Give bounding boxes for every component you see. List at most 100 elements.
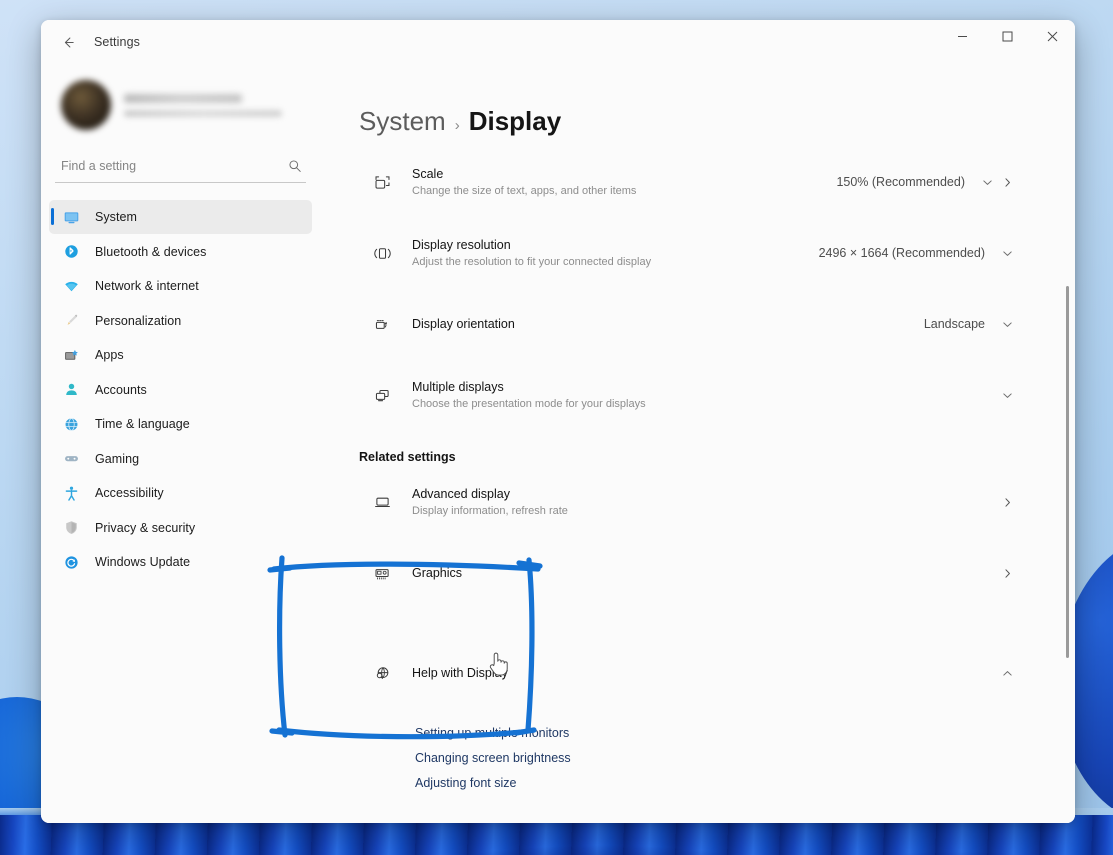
- shield-icon: [61, 518, 81, 538]
- close-icon: [1047, 31, 1058, 42]
- graphics-card-icon: [363, 564, 401, 583]
- content-area: System › Display Scale C: [320, 64, 1075, 823]
- bluetooth-icon: [61, 242, 81, 262]
- sidebar-item-label: Time & language: [95, 417, 190, 431]
- chevron-down-icon[interactable]: [997, 319, 1017, 330]
- apps-icon: [61, 345, 81, 365]
- sidebar: System Bluetooth & devices: [41, 64, 320, 823]
- setting-row-text: Display orientation: [401, 315, 924, 333]
- breadcrumb-parent[interactable]: System: [359, 106, 446, 137]
- avatar: [61, 80, 111, 130]
- back-button[interactable]: [51, 27, 85, 57]
- chevron-down-icon[interactable]: [997, 248, 1017, 259]
- related-row-title: Graphics: [412, 566, 462, 580]
- related-row-subtitle: Display information, refresh rate: [412, 504, 997, 519]
- help-link-adjusting-font-size[interactable]: Adjusting font size: [415, 776, 516, 790]
- maximize-button[interactable]: [985, 20, 1030, 52]
- sidebar-item-label: Privacy & security: [95, 521, 195, 535]
- user-profile[interactable]: [55, 72, 306, 138]
- related-settings-heading: Related settings: [359, 450, 1029, 464]
- resolution-value: 2496 × 1664 (Recommended): [819, 246, 985, 260]
- chevron-right-icon: ›: [455, 117, 460, 134]
- sidebar-item-label: Personalization: [95, 314, 181, 328]
- sidebar-item-bluetooth-devices[interactable]: Bluetooth & devices: [49, 235, 312, 269]
- sidebar-item-accounts[interactable]: Accounts: [49, 373, 312, 407]
- help-link-changing-screen-brightness[interactable]: Changing screen brightness: [415, 751, 571, 765]
- setting-row-multiple-displays[interactable]: Multiple displays Choose the presentatio…: [359, 366, 1029, 424]
- sidebar-item-time-language[interactable]: Time & language: [49, 407, 312, 441]
- app-title: Settings: [94, 35, 140, 49]
- chevron-up-icon[interactable]: [997, 668, 1017, 679]
- resolution-icon: [363, 244, 401, 263]
- sidebar-item-network-internet[interactable]: Network & internet: [49, 269, 312, 303]
- minimize-icon: [957, 31, 968, 42]
- related-row-text: Graphics: [401, 564, 997, 582]
- search-icon[interactable]: [286, 157, 304, 175]
- accessibility-icon: [61, 483, 81, 503]
- setting-row-text: Display resolution Adjust the resolution…: [401, 236, 819, 270]
- scale-value: 150% (Recommended): [836, 175, 965, 189]
- chevron-right-icon[interactable]: [997, 177, 1017, 188]
- sidebar-item-label: Accounts: [95, 383, 147, 397]
- help-header-text: Help with Display: [401, 664, 997, 682]
- sidebar-item-apps[interactable]: Apps: [49, 338, 312, 372]
- setting-row-display-resolution[interactable]: Display resolution Adjust the resolution…: [359, 224, 1029, 282]
- gamepad-icon: [61, 449, 81, 469]
- related-row-title: Advanced display: [412, 487, 510, 501]
- sidebar-nav: System Bluetooth & devices: [41, 200, 320, 580]
- sidebar-item-gaming[interactable]: Gaming: [49, 442, 312, 476]
- setting-row-title: Scale: [412, 167, 443, 181]
- window-body: System Bluetooth & devices: [41, 64, 1075, 823]
- setting-row-display-orientation[interactable]: Display orientation Landscape: [359, 295, 1029, 353]
- chevron-right-icon[interactable]: [997, 568, 1017, 579]
- content-scrollbar-thumb[interactable]: [1066, 286, 1069, 658]
- chevron-down-icon[interactable]: [977, 177, 997, 188]
- help-link-setting-up-multiple-monitors[interactable]: Setting up multiple monitors: [415, 726, 569, 740]
- maximize-icon: [1002, 31, 1013, 42]
- sidebar-item-accessibility[interactable]: Accessibility: [49, 476, 312, 510]
- setting-row-title: Multiple displays: [412, 380, 504, 394]
- sidebar-item-label: Gaming: [95, 452, 139, 466]
- minimize-button[interactable]: [940, 20, 985, 52]
- sidebar-item-label: Windows Update: [95, 555, 190, 569]
- monitor-icon: [61, 207, 81, 227]
- chevron-down-icon[interactable]: [997, 390, 1017, 401]
- setting-row-scale[interactable]: Scale Change the size of text, apps, and…: [359, 153, 1029, 211]
- sidebar-item-label: Apps: [95, 348, 124, 362]
- sidebar-item-personalization[interactable]: Personalization: [49, 304, 312, 338]
- chevron-right-icon[interactable]: [997, 497, 1017, 508]
- sidebar-item-label: Network & internet: [95, 279, 199, 293]
- related-row-graphics[interactable]: Graphics: [359, 544, 1029, 602]
- sidebar-item-system[interactable]: System: [49, 200, 312, 234]
- related-row-advanced-display[interactable]: Advanced display Display information, re…: [359, 473, 1029, 531]
- setting-row-title: Display resolution: [412, 238, 511, 252]
- row-spacer: [359, 217, 1029, 224]
- help-links-list: Setting up multiple monitors Changing sc…: [359, 708, 1029, 811]
- settings-window: Settings: [41, 20, 1075, 823]
- setting-row-text: Multiple displays Choose the presentatio…: [401, 378, 997, 412]
- clock-globe-icon: [61, 414, 81, 434]
- magnifier-glyph: [288, 159, 302, 173]
- search-input[interactable]: [57, 157, 286, 175]
- window-controls: [940, 20, 1075, 52]
- orientation-icon: [363, 315, 401, 334]
- sidebar-item-privacy-security[interactable]: Privacy & security: [49, 511, 312, 545]
- search-box[interactable]: [55, 154, 306, 183]
- help-section-title: Help with Display: [412, 666, 508, 680]
- sidebar-item-windows-update[interactable]: Windows Update: [49, 545, 312, 579]
- profile-name-redacted: [124, 94, 242, 103]
- help-with-display-header[interactable]: Help with Display: [359, 644, 1029, 702]
- close-button[interactable]: [1030, 20, 1075, 52]
- breadcrumb: System › Display: [359, 106, 1029, 137]
- page-title: Display: [469, 106, 562, 137]
- wifi-icon: [61, 276, 81, 296]
- update-icon: [61, 552, 81, 572]
- person-icon: [61, 380, 81, 400]
- section-gap: [359, 608, 1029, 644]
- help-globe-icon: [363, 664, 401, 683]
- row-spacer: [359, 288, 1029, 295]
- profile-text: [124, 94, 300, 117]
- sidebar-item-label: Bluetooth & devices: [95, 245, 206, 259]
- row-spacer: [359, 537, 1029, 544]
- multiple-displays-icon: [363, 386, 401, 405]
